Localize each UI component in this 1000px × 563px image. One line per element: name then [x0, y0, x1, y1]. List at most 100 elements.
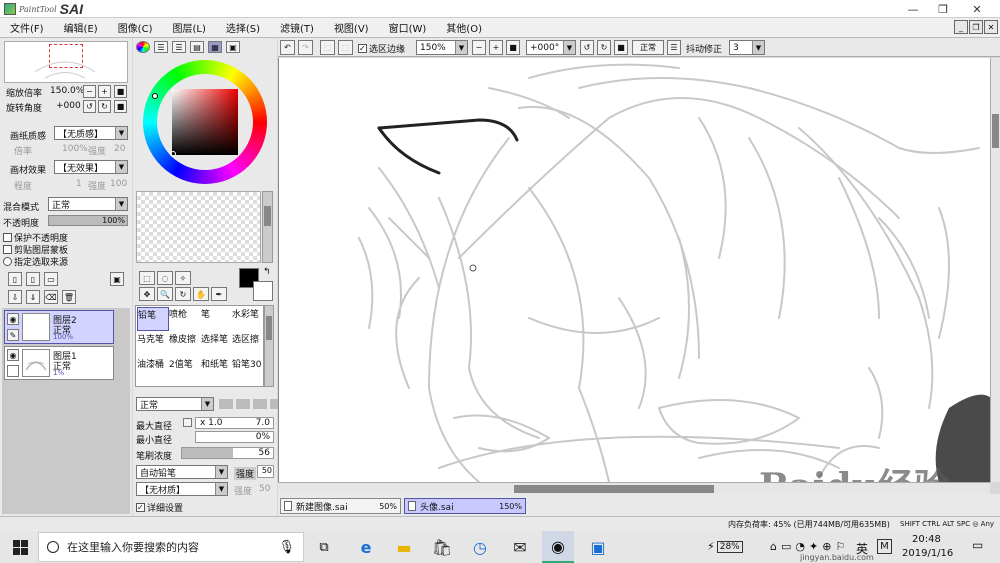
- menu-file[interactable]: 文件(F): [0, 20, 54, 35]
- material-dropdown[interactable]: 【无材质】 ▼: [136, 482, 228, 496]
- brush-mode-dropdown[interactable]: 正常 ▼: [136, 397, 214, 411]
- ime-mode-icon[interactable]: M: [877, 539, 892, 554]
- saturation-value-square[interactable]: [172, 89, 238, 155]
- canvas-rotate-right-button[interactable]: ↻: [597, 40, 611, 55]
- view-mode-button[interactable]: 正常: [632, 40, 664, 55]
- canvas-rotate-reset-button[interactable]: ■: [614, 40, 628, 55]
- canvas-zoom-out-button[interactable]: −: [472, 40, 486, 55]
- selection-source-checkbox[interactable]: 指定选取来源: [3, 255, 68, 268]
- taskbar-search[interactable]: 在这里输入你要搜索的内容 🎙: [38, 532, 304, 562]
- layer-item-1[interactable]: ◉ 图层1 正常 1%: [4, 346, 114, 380]
- magic-wand-icon[interactable]: ✧: [175, 271, 191, 285]
- minimize-button[interactable]: —: [898, 0, 928, 18]
- edge-icon[interactable]: e: [350, 531, 382, 563]
- menu-filter[interactable]: 滤镜(T): [270, 20, 324, 35]
- size-toggle-button[interactable]: [183, 418, 192, 427]
- redo-icon[interactable]: ↷: [298, 40, 313, 55]
- brush-shape-1[interactable]: [219, 399, 233, 409]
- taskbar-date[interactable]: 2019/1/16: [902, 548, 953, 559]
- tool-scrollbar[interactable]: [264, 305, 274, 387]
- close-button[interactable]: ✕: [962, 0, 992, 18]
- canvas-zoom-in-button[interactable]: +: [489, 40, 503, 55]
- navigator-preview[interactable]: [4, 41, 128, 83]
- hue-ring[interactable]: [143, 60, 267, 184]
- selection-edge-checkbox[interactable]: ✓ 选区边缘: [358, 42, 405, 55]
- app-taskbar-icon[interactable]: ▣: [582, 531, 614, 563]
- detail-settings-checkbox[interactable]: ✓ 详细设置: [136, 501, 183, 514]
- canvas-horizontal-scrollbar[interactable]: [278, 482, 990, 494]
- undo-icon[interactable]: ↶: [280, 40, 295, 55]
- opacity-slider[interactable]: 100%: [48, 215, 128, 226]
- rgb-slider-tab-icon[interactable]: ☰: [154, 41, 168, 53]
- zoom-reset-button[interactable]: ■: [114, 85, 127, 98]
- gradient-tab-icon[interactable]: ▤: [190, 41, 204, 53]
- rotate-right-button[interactable]: ↻: [98, 100, 111, 113]
- tool-select-pen[interactable]: 选择笔: [201, 332, 233, 356]
- taskbar-time[interactable]: 20:48: [912, 534, 941, 545]
- clock-app-icon[interactable]: ◷: [464, 531, 496, 563]
- file-explorer-icon[interactable]: ▬: [388, 531, 420, 563]
- new-set-icon[interactable]: ▯: [26, 272, 40, 286]
- delete-layer-icon[interactable]: 🗑: [62, 290, 76, 304]
- deselect-icon[interactable]: ⬚: [320, 40, 335, 55]
- task-view-icon[interactable]: ⧉: [308, 531, 340, 563]
- menu-layer[interactable]: 图层(L): [162, 20, 215, 35]
- zoom-in-button[interactable]: +: [98, 85, 111, 98]
- rotate-left-button[interactable]: ↺: [83, 100, 96, 113]
- mail-icon[interactable]: ✉: [504, 531, 536, 563]
- density-slider[interactable]: 56: [181, 447, 274, 459]
- invert-select-icon[interactable]: ⬚: [338, 40, 353, 55]
- paper-effect-dropdown[interactable]: 【无效果】 ▼: [54, 160, 128, 174]
- pen-lock-icon[interactable]: ✎: [7, 329, 19, 341]
- menu-other[interactable]: 其他(O): [436, 20, 492, 35]
- tool-brush[interactable]: 笔: [201, 307, 233, 331]
- notification-icon[interactable]: ▭: [972, 538, 988, 556]
- tool-select-eraser[interactable]: 选区擦: [232, 332, 263, 356]
- clear-layer-icon[interactable]: ⌫: [44, 290, 58, 304]
- tool-pencil-30[interactable]: 铅笔30: [232, 357, 263, 381]
- folder-icon[interactable]: ▭: [44, 272, 58, 286]
- tool-pencil[interactable]: 铅笔: [137, 307, 169, 331]
- brush-strength-value[interactable]: 50: [257, 465, 274, 478]
- layer-options-icon[interactable]: ▣: [110, 272, 124, 286]
- tab-new-image[interactable]: 新建图像.sai 50%: [280, 498, 401, 514]
- merge-down-icon[interactable]: ⇓: [26, 290, 40, 304]
- rect-select-icon[interactable]: ⬚: [139, 271, 155, 285]
- tool-airbrush[interactable]: 喷枪: [169, 307, 201, 331]
- tool-washi-pen[interactable]: 和纸笔: [201, 357, 233, 381]
- lasso-icon[interactable]: ◌: [157, 271, 173, 285]
- tray-icons[interactable]: ⌂▭◔✦⊕⚐: [770, 540, 849, 553]
- brush-shape-3[interactable]: [253, 399, 267, 409]
- color-marker[interactable]: [170, 151, 176, 157]
- zoom-out-button[interactable]: −: [83, 85, 96, 98]
- tool-marker[interactable]: 马克笔: [137, 332, 169, 356]
- swap-colors-icon[interactable]: ↰: [263, 267, 271, 277]
- new-layer-icon[interactable]: ▯: [8, 272, 22, 286]
- doc-minimize-button[interactable]: _: [954, 20, 968, 34]
- rotate-reset-button[interactable]: ■: [114, 100, 127, 113]
- background-color[interactable]: [253, 281, 273, 301]
- menu-edit[interactable]: 编辑(E): [54, 20, 108, 35]
- zoom-icon[interactable]: 🔍: [157, 287, 173, 301]
- blend-mode-dropdown[interactable]: 正常 ▼: [48, 197, 128, 211]
- drawing-canvas[interactable]: Baidu经验: [278, 58, 990, 482]
- menu-select[interactable]: 选择(S): [216, 20, 270, 35]
- angle-dropdown[interactable]: +000° ▼: [526, 40, 576, 55]
- transfer-down-icon[interactable]: ⇩: [8, 290, 22, 304]
- max-size-slider[interactable]: x 1.0 7.0: [195, 417, 274, 429]
- doc-restore-button[interactable]: ❐: [969, 20, 983, 34]
- canvas-rotate-left-button[interactable]: ↺: [580, 40, 594, 55]
- color-wheel-tab-icon[interactable]: [136, 41, 150, 53]
- stabilizer-dropdown[interactable]: 3 ▼: [729, 40, 765, 55]
- hue-marker[interactable]: [152, 93, 158, 99]
- menu-view[interactable]: 视图(V): [324, 20, 379, 35]
- scratchpad-tab-icon[interactable]: ▣: [226, 41, 240, 53]
- tab-avatar[interactable]: 头像.sai 150%: [404, 498, 526, 514]
- eye-icon[interactable]: ◉: [7, 313, 19, 325]
- brush-type-dropdown[interactable]: 自动铅笔 ▼: [136, 465, 228, 479]
- zoom-dropdown[interactable]: 150% ▼: [416, 40, 468, 55]
- hand-icon[interactable]: ✋: [193, 287, 209, 301]
- min-size-slider[interactable]: 0%: [195, 431, 274, 443]
- battery-indicator[interactable]: ⚡ 28%: [707, 540, 743, 553]
- tool-binary-pen[interactable]: 2值笔: [169, 357, 201, 381]
